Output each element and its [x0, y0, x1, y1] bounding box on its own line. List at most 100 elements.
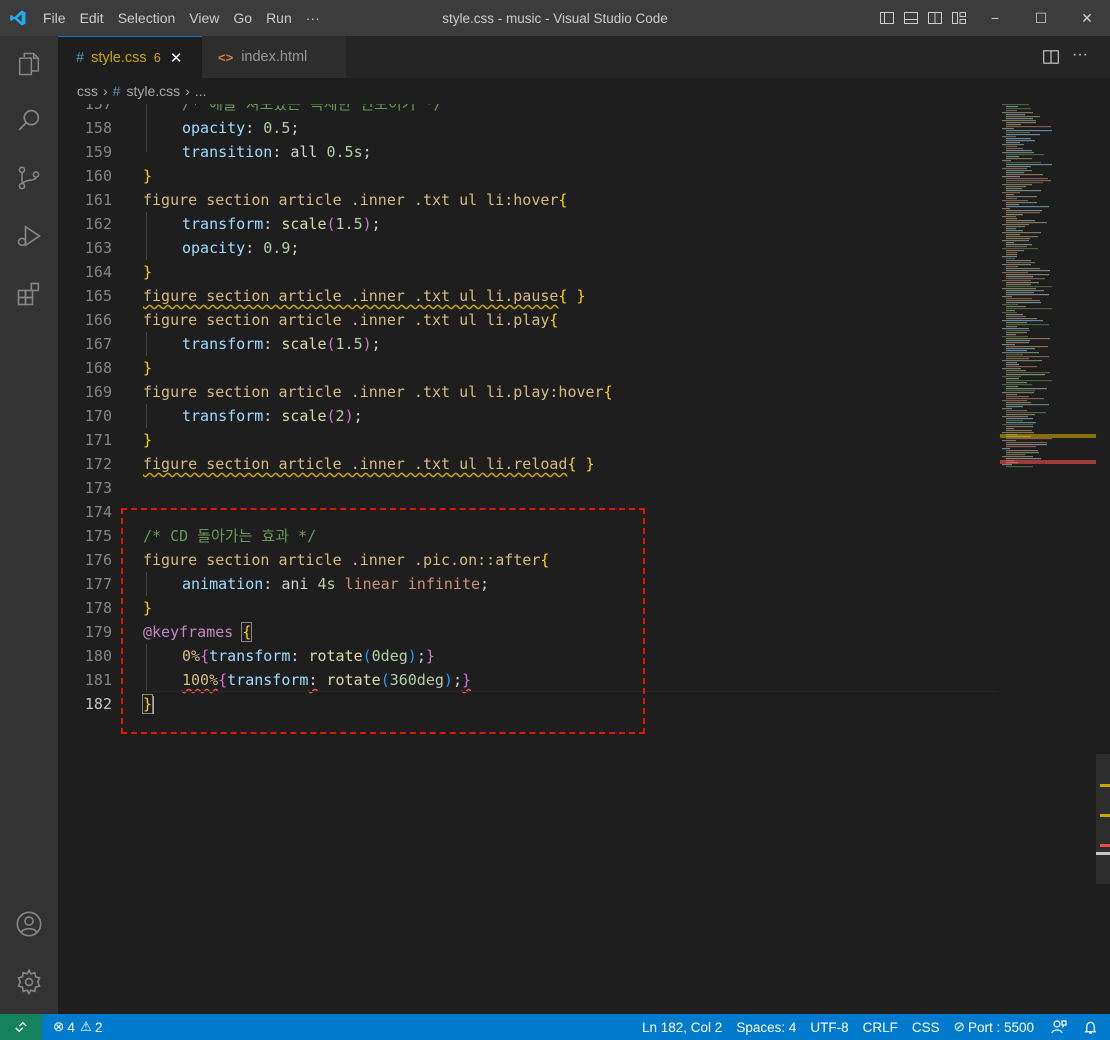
source-control-icon[interactable]: [0, 154, 58, 202]
line-number: 165: [84, 287, 112, 305]
search-icon[interactable]: [0, 96, 58, 144]
toggle-secondary-sidebar-icon[interactable]: [924, 0, 946, 36]
minimap-line: [1002, 344, 1015, 346]
minimap-line: [1006, 364, 1019, 366]
menu-more[interactable]: ···: [299, 0, 327, 36]
error-icon: ⊗: [53, 1019, 65, 1034]
maximize-button[interactable]: ☐: [1018, 0, 1064, 36]
scrollbar[interactable]: [1096, 104, 1110, 1014]
line-number: 177: [84, 575, 112, 593]
minimap-line: [1006, 358, 1029, 360]
minimap-line: [1006, 258, 1015, 260]
minimap-line: [1006, 338, 1050, 340]
tab-label: index.html: [241, 49, 308, 65]
minimap-line: [1006, 306, 1026, 308]
indentation[interactable]: Spaces: 4: [729, 1020, 803, 1035]
feedback-icon[interactable]: [1041, 1019, 1077, 1035]
line-number: 166: [84, 311, 112, 329]
line-number: 159: [84, 143, 112, 161]
minimap-line: [1002, 240, 1029, 242]
minimap-line: [1006, 246, 1027, 248]
more-actions-icon[interactable]: ···: [1072, 46, 1088, 64]
menu-run[interactable]: Run: [259, 0, 299, 36]
minimap-line: [1002, 320, 1043, 322]
minimap-line: [1006, 130, 1052, 132]
remote-indicator-icon[interactable]: [0, 1014, 42, 1040]
minimap-line: [1006, 204, 1019, 206]
minimap-line: [1006, 230, 1023, 232]
minimap-line: [1006, 350, 1027, 352]
minimap-line: [1002, 216, 1016, 218]
code-editor[interactable]: 157 158 159 160 161 162 163 164 165 166 …: [58, 104, 1110, 1014]
minimap-line: [1006, 174, 1043, 176]
end-of-line[interactable]: CRLF: [856, 1020, 905, 1035]
problems-indicator[interactable]: ⊗ 4 ⚠ 2: [46, 1019, 109, 1035]
title-bar: File Edit Selection View Go Run ··· styl…: [0, 0, 1110, 36]
minimap-line: [1006, 390, 1035, 392]
close-window-button[interactable]: ✕: [1064, 0, 1110, 36]
minimap-line: [1006, 188, 1022, 190]
minimap-line: [1006, 260, 1031, 262]
notifications-bell-icon[interactable]: [1077, 1020, 1110, 1035]
minimap-problem-marker: [1000, 434, 1096, 436]
encoding[interactable]: UTF-8: [803, 1020, 855, 1035]
minimap-line: [1002, 248, 1038, 250]
minimap-line: [1006, 262, 1035, 264]
breadcrumb-folder[interactable]: css: [77, 83, 98, 99]
cursor-position[interactable]: Ln 182, Col 2: [635, 1020, 729, 1035]
menu-view[interactable]: View: [182, 0, 226, 36]
minimap-line: [1002, 224, 1029, 226]
minimap-line: [1006, 202, 1037, 204]
line-number: 167: [84, 335, 112, 353]
minimap-line: [1006, 158, 1032, 160]
line-number: 173: [84, 479, 112, 497]
breadcrumb-file[interactable]: style.css: [126, 83, 180, 99]
minimap-line: [1006, 422, 1036, 424]
run-debug-icon[interactable]: [0, 212, 58, 260]
code-line: }: [143, 431, 153, 449]
minimap-line: [1006, 150, 1032, 152]
minimize-button[interactable]: −: [972, 0, 1018, 36]
tab-index-html[interactable]: <> index.html: [202, 36, 346, 78]
menu-edit[interactable]: Edit: [73, 0, 111, 36]
explorer-icon[interactable]: [0, 40, 58, 88]
toggle-primary-sidebar-icon[interactable]: [876, 0, 898, 36]
extensions-icon[interactable]: [0, 270, 58, 318]
minimap-line: [1006, 190, 1041, 192]
minimap-problem-marker: [1000, 460, 1096, 462]
minimap-line: [1006, 458, 1041, 460]
minimap-line: [1002, 384, 1032, 386]
code-line: figure section article .inner .txt ul li…: [143, 383, 613, 401]
warning-count: 2: [94, 1019, 103, 1035]
toggle-panel-icon[interactable]: [900, 0, 922, 36]
close-tab-icon[interactable]: ✕: [170, 49, 183, 67]
minimap-line: [1006, 108, 1031, 110]
minimap-line: [1006, 348, 1035, 350]
line-number-current: 182: [84, 695, 112, 713]
minimap[interactable]: [1000, 104, 1096, 1014]
minimap-line: [1006, 110, 1017, 112]
customize-layout-icon[interactable]: [948, 0, 970, 36]
minimap-line: [1006, 314, 1023, 316]
minimap-line: [1006, 286, 1052, 288]
minimap-line: [1006, 322, 1027, 324]
breadcrumb-symbol[interactable]: ...: [195, 83, 207, 99]
code-line: }: [143, 167, 153, 185]
minimap-line: [1002, 272, 1028, 274]
menu-go[interactable]: Go: [226, 0, 259, 36]
split-editor-icon[interactable]: [1042, 48, 1060, 71]
minimap-line: [1006, 228, 1016, 230]
language-mode[interactable]: CSS: [905, 1020, 947, 1035]
tab-style-css[interactable]: # style.css 6 ✕: [58, 36, 202, 78]
menu-selection[interactable]: Selection: [111, 0, 183, 36]
account-icon[interactable]: [0, 900, 58, 948]
menu-file[interactable]: File: [36, 0, 73, 36]
minimap-line: [1002, 128, 1014, 130]
live-server-port[interactable]: ⊘ Port : 5500: [947, 1019, 1041, 1035]
minimap-line: [1002, 232, 1041, 234]
code-line: figure section article .inner .txt ul li…: [143, 455, 595, 473]
line-number: 170: [84, 407, 112, 425]
manage-gear-icon[interactable]: [0, 958, 58, 1006]
minimap-line: [1006, 170, 1032, 172]
minimap-line: [1002, 296, 1012, 298]
